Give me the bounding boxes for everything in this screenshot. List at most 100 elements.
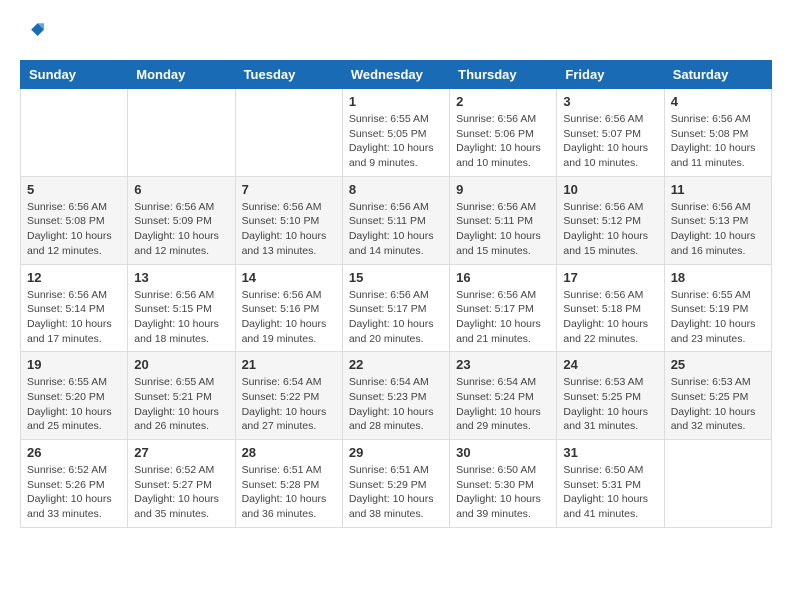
calendar-cell: 14 Sunrise: 6:56 AM Sunset: 5:16 PM Dayli… [235,264,342,352]
day-info: Sunrise: 6:52 AM Sunset: 5:26 PM Dayligh… [27,463,121,522]
day-number: 19 [27,357,121,372]
day-info: Sunrise: 6:56 AM Sunset: 5:16 PM Dayligh… [242,288,336,347]
calendar-cell: 30 Sunrise: 6:50 AM Sunset: 5:30 PM Dayli… [450,440,557,528]
day-info: Sunrise: 6:56 AM Sunset: 5:17 PM Dayligh… [349,288,443,347]
calendar-week-row: 19 Sunrise: 6:55 AM Sunset: 5:20 PM Dayli… [21,352,772,440]
day-info: Sunrise: 6:54 AM Sunset: 5:24 PM Dayligh… [456,375,550,434]
weekday-header-saturday: Saturday [664,61,771,89]
calendar-cell: 9Sunrise: 6:56 AM Sunset: 5:11 PM Daylig… [450,176,557,264]
day-number: 2 [456,94,550,109]
calendar-cell: 4 Sunrise: 6:56 AM Sunset: 5:08 PM Daylig… [664,89,771,177]
calendar-cell: 26 Sunrise: 6:52 AM Sunset: 5:26 PM Dayli… [21,440,128,528]
calendar-cell: 19 Sunrise: 6:55 AM Sunset: 5:20 PM Dayli… [21,352,128,440]
day-number: 8 [349,182,443,197]
calendar-cell: 2 Sunrise: 6:56 AM Sunset: 5:06 PM Daylig… [450,89,557,177]
calendar-cell: 8 Sunrise: 6:56 AM Sunset: 5:11 PM Daylig… [342,176,449,264]
calendar-cell: 23 Sunrise: 6:54 AM Sunset: 5:24 PM Dayli… [450,352,557,440]
day-info: Sunrise: 6:51 AM Sunset: 5:29 PM Dayligh… [349,463,443,522]
day-number: 18 [671,270,765,285]
day-info: Sunrise: 6:50 AM Sunset: 5:31 PM Dayligh… [563,463,657,522]
calendar-cell [128,89,235,177]
day-number: 27 [134,445,228,460]
day-info: Sunrise: 6:55 AM Sunset: 5:20 PM Dayligh… [27,375,121,434]
calendar-cell: 18 Sunrise: 6:55 AM Sunset: 5:19 PM Dayli… [664,264,771,352]
day-info: Sunrise: 6:56 AM Sunset: 5:15 PM Dayligh… [134,288,228,347]
calendar-cell: 28 Sunrise: 6:51 AM Sunset: 5:28 PM Dayli… [235,440,342,528]
calendar-cell [664,440,771,528]
calendar-cell: 29 Sunrise: 6:51 AM Sunset: 5:29 PM Dayli… [342,440,449,528]
weekday-header-tuesday: Tuesday [235,61,342,89]
day-info: Sunrise: 6:53 AM Sunset: 5:25 PM Dayligh… [563,375,657,434]
calendar-table: SundayMondayTuesdayWednesdayThursdayFrid… [20,60,772,528]
day-number: 16 [456,270,550,285]
calendar-cell: 21Sunrise: 6:54 AM Sunset: 5:22 PM Dayli… [235,352,342,440]
day-number: 6 [134,182,228,197]
day-info: Sunrise: 6:55 AM Sunset: 5:19 PM Dayligh… [671,288,765,347]
day-number: 15 [349,270,443,285]
calendar-cell [21,89,128,177]
day-info: Sunrise: 6:56 AM Sunset: 5:17 PM Dayligh… [456,288,550,347]
calendar-cell: 13 Sunrise: 6:56 AM Sunset: 5:15 PM Dayli… [128,264,235,352]
day-number: 24 [563,357,657,372]
day-info: Sunrise: 6:56 AM Sunset: 5:14 PM Dayligh… [27,288,121,347]
day-number: 5 [27,182,121,197]
day-number: 14 [242,270,336,285]
calendar-cell: 15 Sunrise: 6:56 AM Sunset: 5:17 PM Dayli… [342,264,449,352]
day-number: 13 [134,270,228,285]
calendar-cell: 31 Sunrise: 6:50 AM Sunset: 5:31 PM Dayli… [557,440,664,528]
day-number: 26 [27,445,121,460]
day-number: 31 [563,445,657,460]
day-info: Sunrise: 6:52 AM Sunset: 5:27 PM Dayligh… [134,463,228,522]
calendar-week-row: 1Sunrise: 6:55 AM Sunset: 5:05 PM Daylig… [21,89,772,177]
weekday-header-wednesday: Wednesday [342,61,449,89]
calendar-cell: 24 Sunrise: 6:53 AM Sunset: 5:25 PM Dayli… [557,352,664,440]
calendar-cell: 16 Sunrise: 6:56 AM Sunset: 5:17 PM Dayli… [450,264,557,352]
calendar-cell: 1Sunrise: 6:55 AM Sunset: 5:05 PM Daylig… [342,89,449,177]
day-number: 11 [671,182,765,197]
logo [20,20,48,44]
day-info: Sunrise: 6:55 AM Sunset: 5:21 PM Dayligh… [134,375,228,434]
weekday-header-monday: Monday [128,61,235,89]
day-number: 28 [242,445,336,460]
day-info: Sunrise: 6:54 AM Sunset: 5:23 PM Dayligh… [349,375,443,434]
day-info: Sunrise: 6:56 AM Sunset: 5:07 PM Dayligh… [563,112,657,171]
day-info: Sunrise: 6:56 AM Sunset: 5:12 PM Dayligh… [563,200,657,259]
day-number: 17 [563,270,657,285]
calendar-cell: 5Sunrise: 6:56 AM Sunset: 5:08 PM Daylig… [21,176,128,264]
calendar-cell: 10 Sunrise: 6:56 AM Sunset: 5:12 PM Dayli… [557,176,664,264]
day-info: Sunrise: 6:56 AM Sunset: 5:11 PM Dayligh… [349,200,443,259]
calendar-cell: 7 Sunrise: 6:56 AM Sunset: 5:10 PM Daylig… [235,176,342,264]
calendar-cell [235,89,342,177]
day-number: 20 [134,357,228,372]
day-number: 9 [456,182,550,197]
day-number: 3 [563,94,657,109]
day-number: 21 [242,357,336,372]
weekday-header-row: SundayMondayTuesdayWednesdayThursdayFrid… [21,61,772,89]
day-number: 4 [671,94,765,109]
page-header [20,20,772,44]
calendar-cell: 20 Sunrise: 6:55 AM Sunset: 5:21 PM Dayli… [128,352,235,440]
calendar-cell: 3 Sunrise: 6:56 AM Sunset: 5:07 PM Daylig… [557,89,664,177]
day-number: 23 [456,357,550,372]
calendar-cell: 12 Sunrise: 6:56 AM Sunset: 5:14 PM Dayli… [21,264,128,352]
day-number: 12 [27,270,121,285]
day-number: 7 [242,182,336,197]
calendar-week-row: 5Sunrise: 6:56 AM Sunset: 5:08 PM Daylig… [21,176,772,264]
day-info: Sunrise: 6:50 AM Sunset: 5:30 PM Dayligh… [456,463,550,522]
day-info: Sunrise: 6:56 AM Sunset: 5:08 PM Dayligh… [671,112,765,171]
calendar-week-row: 26 Sunrise: 6:52 AM Sunset: 5:26 PM Dayli… [21,440,772,528]
day-number: 30 [456,445,550,460]
day-info: Sunrise: 6:56 AM Sunset: 5:10 PM Dayligh… [242,200,336,259]
weekday-header-friday: Friday [557,61,664,89]
day-info: Sunrise: 6:51 AM Sunset: 5:28 PM Dayligh… [242,463,336,522]
calendar-cell: 27 Sunrise: 6:52 AM Sunset: 5:27 PM Dayli… [128,440,235,528]
day-number: 1 [349,94,443,109]
day-number: 29 [349,445,443,460]
calendar-cell: 25Sunrise: 6:53 AM Sunset: 5:25 PM Dayli… [664,352,771,440]
day-info: Sunrise: 6:56 AM Sunset: 5:06 PM Dayligh… [456,112,550,171]
day-number: 10 [563,182,657,197]
calendar-week-row: 12 Sunrise: 6:56 AM Sunset: 5:14 PM Dayli… [21,264,772,352]
day-info: Sunrise: 6:56 AM Sunset: 5:09 PM Dayligh… [134,200,228,259]
day-info: Sunrise: 6:53 AM Sunset: 5:25 PM Dayligh… [671,375,765,434]
day-info: Sunrise: 6:56 AM Sunset: 5:18 PM Dayligh… [563,288,657,347]
